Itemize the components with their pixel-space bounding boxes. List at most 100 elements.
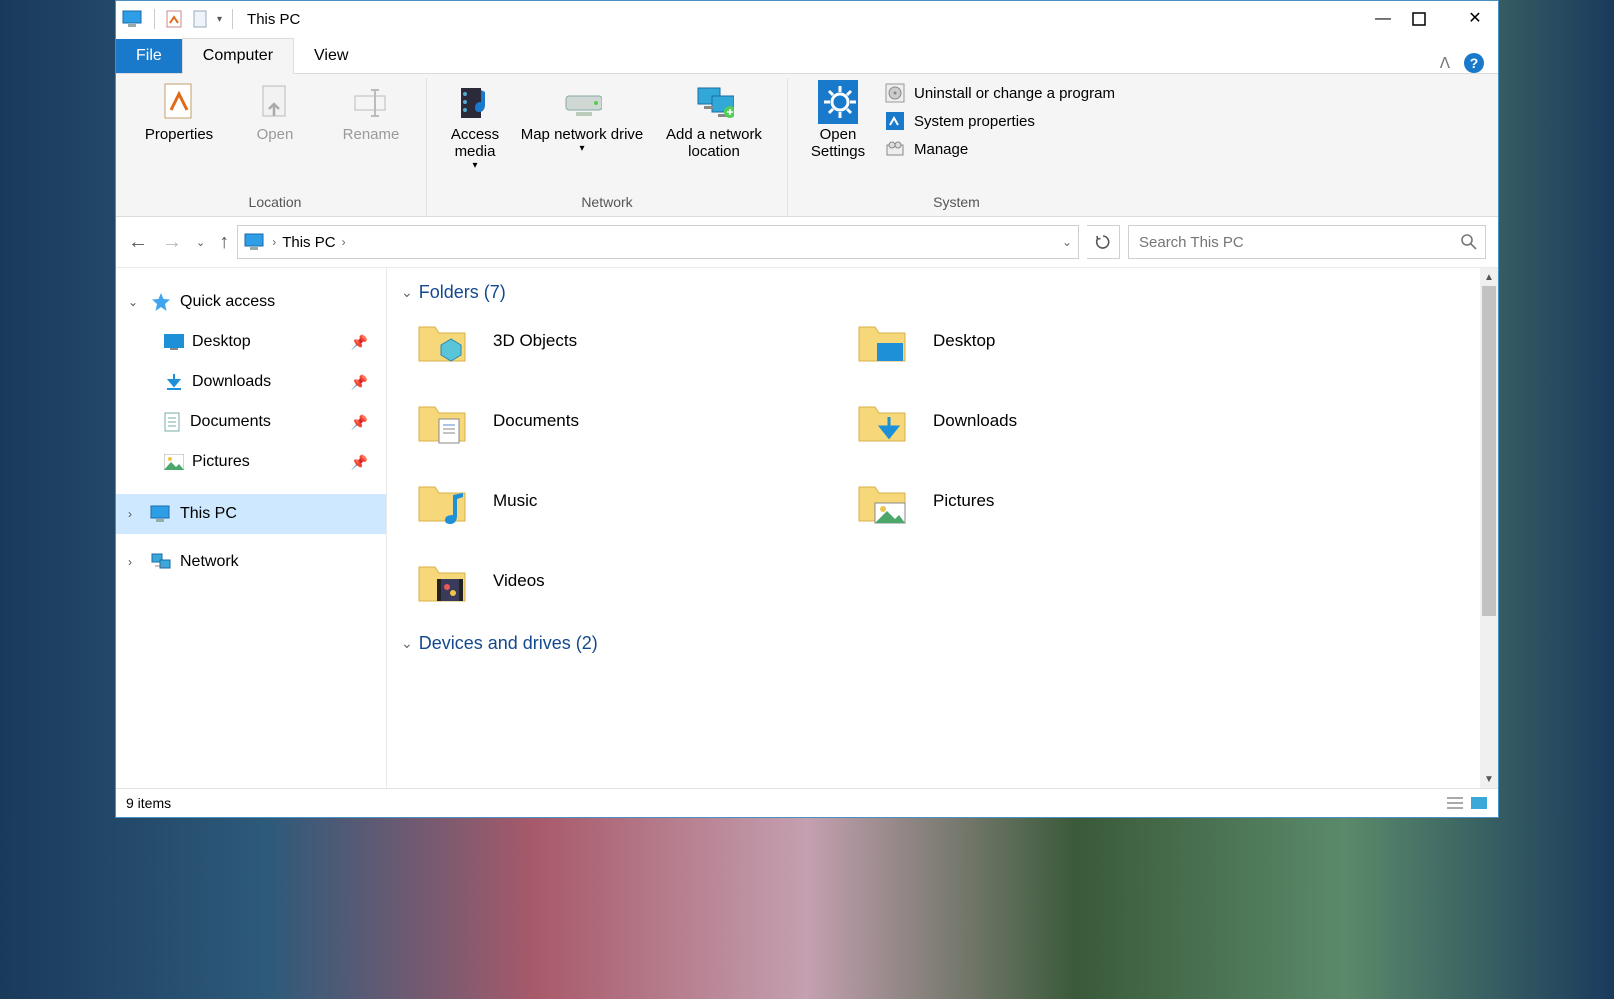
star-icon bbox=[150, 291, 172, 313]
chevron-down-icon[interactable]: ⌄ bbox=[401, 635, 413, 652]
forward-button[interactable]: → bbox=[162, 231, 182, 254]
sidebar-label: This PC bbox=[180, 505, 237, 523]
chevron-down-icon[interactable]: ⌄ bbox=[128, 295, 142, 309]
pin-icon[interactable]: 📌 bbox=[351, 374, 368, 391]
folder-music[interactable]: Music bbox=[415, 473, 845, 529]
help-icon[interactable]: ? bbox=[1464, 53, 1484, 73]
access-media-button[interactable]: Access media ▾ bbox=[437, 78, 513, 171]
folder-downloads[interactable]: Downloads bbox=[855, 393, 1285, 449]
system-properties-button[interactable]: System properties bbox=[884, 110, 1115, 132]
content-pane: ⌄ Folders (7) 3D Objects Desktop Documen… bbox=[387, 268, 1498, 788]
rename-label: Rename bbox=[343, 126, 400, 143]
quick-access-toolbar: ▾ bbox=[122, 9, 237, 29]
settings-gear-icon bbox=[818, 82, 858, 122]
ribbon-tabs: File Computer View ᐱ ? bbox=[116, 37, 1498, 74]
properties-button[interactable]: Properties bbox=[134, 78, 224, 143]
details-view-button[interactable] bbox=[1446, 796, 1464, 810]
new-doc-qat-icon[interactable] bbox=[191, 9, 211, 29]
status-bar: 9 items bbox=[116, 788, 1498, 817]
chevron-down-icon[interactable]: ⌄ bbox=[401, 284, 413, 301]
open-label: Open bbox=[257, 126, 294, 143]
address-dropdown-icon[interactable]: ⌄ bbox=[1062, 235, 1072, 249]
status-item-count: 9 items bbox=[126, 795, 171, 811]
address-segment[interactable]: This PC bbox=[282, 234, 335, 251]
uninstall-button[interactable]: Uninstall or change a program bbox=[884, 82, 1115, 104]
map-drive-button[interactable]: Map network drive ▾ bbox=[519, 78, 645, 154]
sidebar-item-quick-access[interactable]: ⌄ Quick access bbox=[116, 282, 386, 322]
folder-icon bbox=[415, 553, 471, 609]
folder-icon bbox=[415, 313, 471, 369]
open-icon bbox=[255, 82, 295, 122]
window-title: This PC bbox=[247, 11, 300, 28]
section-folders-label: Folders (7) bbox=[419, 282, 506, 303]
group-location: Properties Open Rename Location bbox=[124, 78, 427, 216]
up-button[interactable]: ↑ bbox=[219, 231, 229, 254]
add-network-label: Add a network location bbox=[651, 126, 777, 160]
maximize-button[interactable] bbox=[1406, 4, 1452, 34]
folder-icon bbox=[855, 313, 911, 369]
sidebar-item-pictures[interactable]: Pictures 📌 bbox=[116, 442, 386, 482]
chevron-right-icon[interactable]: › bbox=[128, 507, 142, 521]
chevron-right-icon[interactable]: › bbox=[128, 555, 142, 569]
chevron-right-icon[interactable]: › bbox=[342, 235, 346, 249]
folder-pictures[interactable]: Pictures bbox=[855, 473, 1285, 529]
large-icons-view-button[interactable] bbox=[1470, 796, 1488, 810]
add-network-button[interactable]: Add a network location bbox=[651, 78, 777, 160]
disc-icon bbox=[884, 82, 906, 104]
qat-dropdown-icon[interactable]: ▾ bbox=[217, 14, 222, 25]
navigation-bar: ← → ⌄ ↑ › This PC › ⌄ bbox=[116, 217, 1498, 268]
nav-arrows: ← → ⌄ ↑ bbox=[128, 231, 229, 254]
scroll-down-icon[interactable]: ▼ bbox=[1480, 770, 1498, 788]
search-icon[interactable] bbox=[1461, 234, 1477, 250]
sidebar-label: Desktop bbox=[192, 333, 251, 351]
pin-icon[interactable]: 📌 bbox=[351, 414, 368, 431]
add-network-icon bbox=[694, 82, 734, 122]
pin-icon[interactable]: 📌 bbox=[351, 334, 368, 351]
section-drives-label: Devices and drives (2) bbox=[419, 633, 598, 654]
folder-videos[interactable]: Videos bbox=[415, 553, 845, 609]
sidebar-item-desktop[interactable]: Desktop 📌 bbox=[116, 322, 386, 362]
refresh-button[interactable] bbox=[1087, 225, 1120, 259]
recent-locations-dropdown[interactable]: ⌄ bbox=[196, 236, 205, 249]
group-label-location: Location bbox=[249, 188, 302, 216]
folder-documents[interactable]: Documents bbox=[415, 393, 845, 449]
minimize-button[interactable]: — bbox=[1360, 4, 1406, 34]
sidebar-item-downloads[interactable]: Downloads 📌 bbox=[116, 362, 386, 402]
sidebar-item-network[interactable]: › Network bbox=[116, 542, 386, 582]
properties-label: Properties bbox=[145, 126, 213, 143]
manage-button[interactable]: Manage bbox=[884, 138, 1115, 160]
folder-label: Downloads bbox=[933, 411, 1017, 431]
collapse-ribbon-icon[interactable]: ᐱ bbox=[1440, 54, 1450, 72]
tab-computer[interactable]: Computer bbox=[182, 38, 294, 74]
window-controls: — ✕ bbox=[1360, 4, 1498, 34]
search-input[interactable] bbox=[1137, 233, 1453, 252]
sidebar-item-this-pc[interactable]: › This PC bbox=[116, 494, 386, 534]
vertical-scrollbar[interactable]: ▲ ▼ bbox=[1480, 268, 1498, 788]
rename-button[interactable]: Rename bbox=[326, 78, 416, 143]
explorer-window: ▾ This PC — ✕ File Computer View ᐱ ? bbox=[115, 0, 1499, 818]
tab-view[interactable]: View bbox=[294, 39, 368, 73]
open-settings-button[interactable]: Open Settings bbox=[798, 78, 878, 160]
scroll-up-icon[interactable]: ▲ bbox=[1480, 268, 1498, 286]
search-box[interactable] bbox=[1128, 225, 1486, 259]
properties-qat-icon[interactable] bbox=[165, 9, 185, 29]
section-folders-header[interactable]: ⌄ Folders (7) bbox=[387, 268, 1498, 313]
pin-icon[interactable]: 📌 bbox=[351, 454, 368, 471]
address-bar[interactable]: › This PC › ⌄ bbox=[237, 225, 1079, 259]
folder-3d-objects[interactable]: 3D Objects bbox=[415, 313, 845, 369]
chevron-right-icon[interactable]: › bbox=[272, 235, 276, 249]
ribbon-right: ᐱ ? bbox=[1440, 53, 1498, 73]
back-button[interactable]: ← bbox=[128, 231, 148, 254]
close-button[interactable]: ✕ bbox=[1452, 4, 1498, 34]
scrollbar-thumb[interactable] bbox=[1482, 286, 1496, 616]
body: ⌄ Quick access Desktop 📌 Downloads 📌 Doc… bbox=[116, 268, 1498, 788]
sysprops-icon bbox=[884, 110, 906, 132]
sidebar-item-documents[interactable]: Documents 📌 bbox=[116, 402, 386, 442]
folder-desktop[interactable]: Desktop bbox=[855, 313, 1285, 369]
pc-icon bbox=[150, 505, 172, 523]
section-drives-header[interactable]: ⌄ Devices and drives (2) bbox=[387, 609, 1498, 664]
document-icon bbox=[164, 412, 182, 432]
tab-file[interactable]: File bbox=[116, 39, 182, 73]
dropdown-icon: ▾ bbox=[579, 143, 584, 154]
open-button[interactable]: Open bbox=[230, 78, 320, 143]
